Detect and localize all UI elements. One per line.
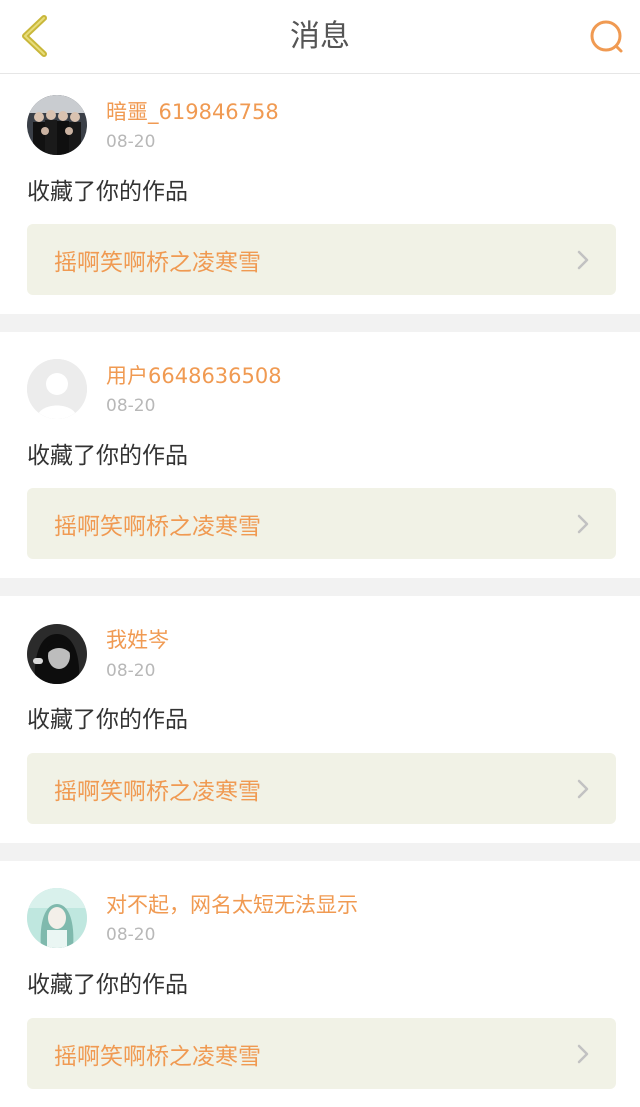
chevron-right-icon bbox=[577, 1044, 589, 1064]
teal-portrait-icon bbox=[27, 888, 87, 948]
message-card: 暗噩_619846758 08-20 收藏了你的作品 摇啊笑啊桥之凌寒雪 bbox=[0, 74, 640, 314]
dark-portrait-icon bbox=[27, 624, 87, 684]
search-button[interactable] bbox=[586, 16, 628, 58]
message-list: 暗噩_619846758 08-20 收藏了你的作品 摇啊笑啊桥之凌寒雪 用户6… bbox=[0, 74, 640, 1107]
message-card: 用户6648636508 08-20 收藏了你的作品 摇啊笑啊桥之凌寒雪 bbox=[0, 332, 640, 578]
search-icon bbox=[590, 20, 623, 53]
timestamp: 08-20 bbox=[106, 661, 156, 681]
work-title: 摇啊笑啊桥之凌寒雪 bbox=[54, 1043, 261, 1070]
action-text: 收藏了你的作品 bbox=[27, 179, 188, 205]
work-title: 摇啊笑啊桥之凌寒雪 bbox=[54, 778, 261, 805]
divider bbox=[0, 578, 640, 596]
top-bar: 消息 bbox=[0, 0, 640, 74]
work-link[interactable]: 摇啊笑啊桥之凌寒雪 bbox=[27, 488, 616, 559]
timestamp: 08-20 bbox=[106, 925, 156, 945]
message-card: 对不起，网名太短无法显示 08-20 收藏了你的作品 摇啊笑啊桥之凌寒雪 bbox=[0, 861, 640, 1107]
work-link[interactable]: 摇啊笑啊桥之凌寒雪 bbox=[27, 753, 616, 824]
work-link[interactable]: 摇啊笑啊桥之凌寒雪 bbox=[27, 1018, 616, 1089]
timestamp: 08-20 bbox=[106, 132, 156, 152]
avatar[interactable] bbox=[27, 95, 87, 155]
page-title: 消息 bbox=[290, 19, 350, 54]
work-title: 摇啊笑啊桥之凌寒雪 bbox=[54, 249, 261, 276]
username[interactable]: 我姓岑 bbox=[106, 627, 169, 653]
divider bbox=[0, 843, 640, 861]
divider bbox=[0, 314, 640, 332]
avatar[interactable] bbox=[27, 359, 87, 419]
work-link[interactable]: 摇啊笑啊桥之凌寒雪 bbox=[27, 224, 616, 295]
timestamp: 08-20 bbox=[106, 396, 156, 416]
chevron-right-icon bbox=[577, 250, 589, 270]
username[interactable]: 暗噩_619846758 bbox=[106, 99, 279, 125]
avatar[interactable] bbox=[27, 888, 87, 948]
work-title: 摇啊笑啊桥之凌寒雪 bbox=[54, 513, 261, 540]
group-photo-icon bbox=[27, 95, 87, 155]
chevron-right-icon bbox=[577, 514, 589, 534]
message-card: 我姓岑 08-20 收藏了你的作品 摇啊笑啊桥之凌寒雪 bbox=[0, 596, 640, 843]
username[interactable]: 用户6648636508 bbox=[106, 363, 282, 389]
action-text: 收藏了你的作品 bbox=[27, 972, 188, 998]
chevron-right-icon bbox=[577, 779, 589, 799]
username[interactable]: 对不起，网名太短无法显示 bbox=[106, 892, 358, 918]
action-text: 收藏了你的作品 bbox=[27, 443, 188, 469]
default-user-icon bbox=[27, 359, 87, 419]
action-text: 收藏了你的作品 bbox=[27, 707, 188, 733]
avatar[interactable] bbox=[27, 624, 87, 684]
